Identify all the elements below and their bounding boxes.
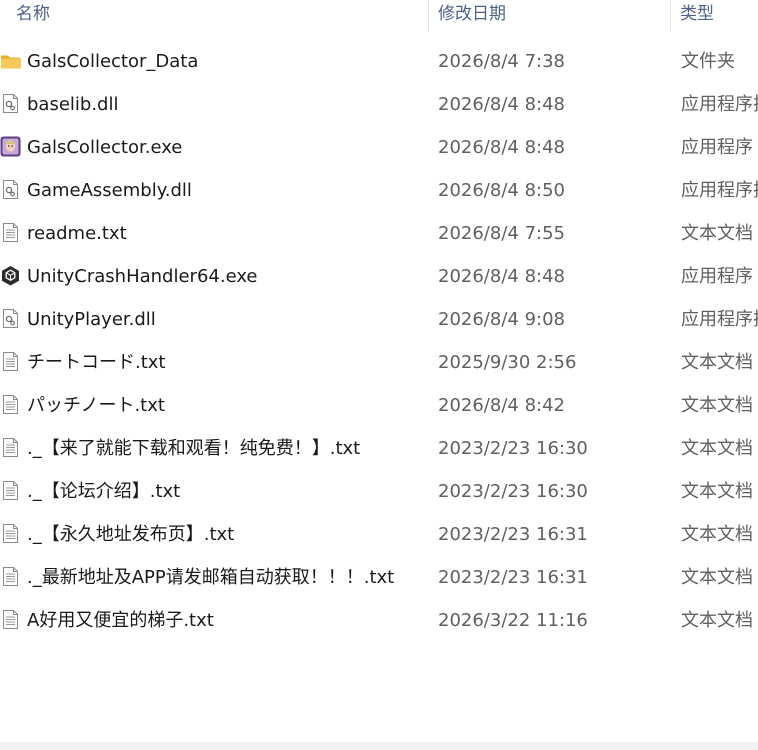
file-modified-date: 2026/8/4 8:50 [438,180,565,201]
file-type: 文本文档 [681,223,753,244]
text-file-icon [0,523,21,544]
file-row[interactable]: ._最新地址及APP请发邮箱自动获取！！！.txt 2023/2/23 16:31… [0,556,758,599]
file-modified-date: 2026/8/4 8:42 [438,395,565,416]
file-type: 应用程序扩展 [681,180,758,201]
file-row[interactable]: readme.txt 2026/8/4 7:55 文本文档 [0,212,758,255]
text-file-icon [0,437,21,458]
file-type: 文本文档 [681,438,753,459]
file-row[interactable]: GalsCollector_Data 2026/8/4 7:38 文件夹 [0,40,758,83]
file-name[interactable]: baselib.dll [27,83,427,126]
column-header-name[interactable]: 名称 [12,0,50,32]
file-row[interactable]: GalsCollector.exe 2026/8/4 8:48 应用程序 [0,126,758,169]
file-type: 应用程序扩展 [681,94,758,115]
column-header-row: 名称 修改日期 类型 [0,0,758,32]
file-name[interactable]: ._最新地址及APP请发邮箱自动获取！！！.txt [27,556,427,599]
text-file-icon [0,222,21,243]
file-name[interactable]: ._【来了就能下载和观看！纯免费！】.txt [27,427,427,470]
file-modified-date: 2025/9/30 2:56 [438,352,577,373]
file-row[interactable]: チートコード.txt 2025/9/30 2:56 文本文档 [0,341,758,384]
file-type: 文本文档 [681,481,753,502]
folder-icon [0,50,21,71]
text-file-icon [0,351,21,372]
file-row[interactable]: A好用又便宜的梯子.txt 2026/3/22 11:16 文本文档 [0,599,758,642]
file-type: 文件夹 [681,51,735,72]
file-name[interactable]: ._【永久地址发布页】.txt [27,513,427,556]
file-name[interactable]: パッチノート.txt [27,384,427,427]
file-type: 应用程序 [681,266,753,287]
file-name[interactable]: チートコード.txt [27,341,427,384]
file-name[interactable]: GalsCollector_Data [27,40,427,83]
file-name[interactable]: readme.txt [27,212,427,255]
file-name[interactable]: A好用又便宜的梯子.txt [27,599,427,642]
text-file-icon [0,480,21,501]
file-modified-date: 2026/8/4 7:55 [438,223,565,244]
file-modified-date: 2026/3/22 11:16 [438,610,588,631]
file-modified-date: 2023/2/23 16:31 [438,524,588,545]
file-modified-date: 2026/8/4 8:48 [438,137,565,158]
file-name[interactable]: ._【论坛介绍】.txt [27,470,427,513]
file-type: 文本文档 [681,395,753,416]
dll-file-icon [0,179,21,200]
file-modified-date: 2023/2/23 16:31 [438,567,588,588]
dll-file-icon [0,93,21,114]
file-modified-date: 2026/8/4 7:38 [438,51,565,72]
status-strip [0,742,758,750]
text-file-icon [0,609,21,630]
file-row[interactable]: ._【永久地址发布页】.txt 2023/2/23 16:31 文本文档 [0,513,758,556]
unity-exe-icon [0,265,21,286]
file-type: 文本文档 [681,567,753,588]
file-modified-date: 2026/8/4 8:48 [438,266,565,287]
file-list: GalsCollector_Data 2026/8/4 7:38 文件夹 baseli… [0,40,758,642]
file-type: 文本文档 [681,352,753,373]
file-row[interactable]: GameAssembly.dll 2026/8/4 8:50 应用程序扩展 [0,169,758,212]
app-exe-icon [0,136,21,157]
file-name[interactable]: GalsCollector.exe [27,126,427,169]
file-row[interactable]: パッチノート.txt 2026/8/4 8:42 文本文档 [0,384,758,427]
file-name[interactable]: UnityCrashHandler64.exe [27,255,427,298]
file-row[interactable]: ._【论坛介绍】.txt 2023/2/23 16:30 文本文档 [0,470,758,513]
text-file-icon [0,394,21,415]
file-modified-date: 2026/8/4 9:08 [438,309,565,330]
file-name[interactable]: UnityPlayer.dll [27,298,427,341]
file-modified-date: 2026/8/4 8:48 [438,94,565,115]
file-name[interactable]: GameAssembly.dll [27,169,427,212]
column-divider[interactable] [670,0,671,32]
file-row[interactable]: UnityPlayer.dll 2026/8/4 9:08 应用程序扩展 [0,298,758,341]
text-file-icon [0,566,21,587]
file-row[interactable]: ._【来了就能下载和观看！纯免费！】.txt 2023/2/23 16:30 文本文… [0,427,758,470]
file-modified-date: 2023/2/23 16:30 [438,481,588,502]
file-type: 应用程序 [681,137,753,158]
column-header-type[interactable]: 类型 [676,0,714,32]
column-divider[interactable] [428,0,429,32]
file-type: 文本文档 [681,610,753,631]
file-modified-date: 2023/2/23 16:30 [438,438,588,459]
file-row[interactable]: baselib.dll 2026/8/4 8:48 应用程序扩展 [0,83,758,126]
file-row[interactable]: UnityCrashHandler64.exe 2026/8/4 8:48 应用程序 [0,255,758,298]
file-type: 应用程序扩展 [681,309,758,330]
column-header-date[interactable]: 修改日期 [434,0,506,32]
file-type: 文本文档 [681,524,753,545]
dll-file-icon [0,308,21,329]
